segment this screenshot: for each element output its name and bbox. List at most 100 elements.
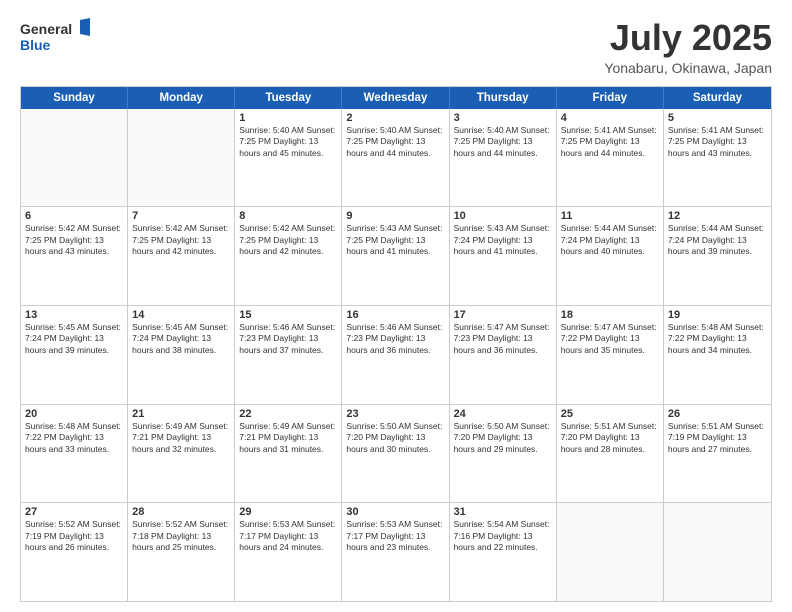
day-number: 1 [239, 112, 337, 124]
day-number: 16 [346, 309, 444, 321]
cal-row-3: 13Sunrise: 5:45 AM Sunset: 7:24 PM Dayli… [21, 305, 771, 404]
cal-cell: 29Sunrise: 5:53 AM Sunset: 7:17 PM Dayli… [235, 503, 342, 601]
cal-cell: 26Sunrise: 5:51 AM Sunset: 7:19 PM Dayli… [664, 405, 771, 503]
cal-cell: 6Sunrise: 5:42 AM Sunset: 7:25 PM Daylig… [21, 207, 128, 305]
cal-cell: 5Sunrise: 5:41 AM Sunset: 7:25 PM Daylig… [664, 109, 771, 207]
header-day-friday: Friday [557, 87, 664, 109]
cell-text: Sunrise: 5:51 AM Sunset: 7:19 PM Dayligh… [668, 421, 767, 455]
cell-text: Sunrise: 5:50 AM Sunset: 7:20 PM Dayligh… [454, 421, 552, 455]
cell-text: Sunrise: 5:47 AM Sunset: 7:23 PM Dayligh… [454, 322, 552, 356]
day-number: 12 [668, 210, 767, 222]
cal-cell: 23Sunrise: 5:50 AM Sunset: 7:20 PM Dayli… [342, 405, 449, 503]
header-day-sunday: Sunday [21, 87, 128, 109]
header-day-saturday: Saturday [664, 87, 771, 109]
day-number: 19 [668, 309, 767, 321]
cal-cell: 24Sunrise: 5:50 AM Sunset: 7:20 PM Dayli… [450, 405, 557, 503]
cal-cell [664, 503, 771, 601]
header-day-thursday: Thursday [450, 87, 557, 109]
cal-cell: 10Sunrise: 5:43 AM Sunset: 7:24 PM Dayli… [450, 207, 557, 305]
cal-row-5: 27Sunrise: 5:52 AM Sunset: 7:19 PM Dayli… [21, 502, 771, 601]
header-day-wednesday: Wednesday [342, 87, 449, 109]
day-number: 28 [132, 506, 230, 518]
cell-text: Sunrise: 5:42 AM Sunset: 7:25 PM Dayligh… [132, 223, 230, 257]
cal-cell: 2Sunrise: 5:40 AM Sunset: 7:25 PM Daylig… [342, 109, 449, 207]
cell-text: Sunrise: 5:52 AM Sunset: 7:18 PM Dayligh… [132, 519, 230, 553]
cell-text: Sunrise: 5:46 AM Sunset: 7:23 PM Dayligh… [346, 322, 444, 356]
header-day-tuesday: Tuesday [235, 87, 342, 109]
cal-row-1: 1Sunrise: 5:40 AM Sunset: 7:25 PM Daylig… [21, 109, 771, 207]
cell-text: Sunrise: 5:51 AM Sunset: 7:20 PM Dayligh… [561, 421, 659, 455]
cell-text: Sunrise: 5:43 AM Sunset: 7:25 PM Dayligh… [346, 223, 444, 257]
cal-cell: 30Sunrise: 5:53 AM Sunset: 7:17 PM Dayli… [342, 503, 449, 601]
day-number: 6 [25, 210, 123, 222]
cell-text: Sunrise: 5:49 AM Sunset: 7:21 PM Dayligh… [239, 421, 337, 455]
day-number: 29 [239, 506, 337, 518]
day-number: 30 [346, 506, 444, 518]
cal-cell: 11Sunrise: 5:44 AM Sunset: 7:24 PM Dayli… [557, 207, 664, 305]
day-number: 25 [561, 408, 659, 420]
cell-text: Sunrise: 5:43 AM Sunset: 7:24 PM Dayligh… [454, 223, 552, 257]
day-number: 23 [346, 408, 444, 420]
cal-cell: 14Sunrise: 5:45 AM Sunset: 7:24 PM Dayli… [128, 306, 235, 404]
cell-text: Sunrise: 5:41 AM Sunset: 7:25 PM Dayligh… [561, 125, 659, 159]
cell-text: Sunrise: 5:45 AM Sunset: 7:24 PM Dayligh… [25, 322, 123, 356]
cal-cell: 1Sunrise: 5:40 AM Sunset: 7:25 PM Daylig… [235, 109, 342, 207]
cell-text: Sunrise: 5:44 AM Sunset: 7:24 PM Dayligh… [561, 223, 659, 257]
day-number: 18 [561, 309, 659, 321]
cal-cell: 25Sunrise: 5:51 AM Sunset: 7:20 PM Dayli… [557, 405, 664, 503]
day-number: 2 [346, 112, 444, 124]
day-number: 21 [132, 408, 230, 420]
cal-cell: 9Sunrise: 5:43 AM Sunset: 7:25 PM Daylig… [342, 207, 449, 305]
cell-text: Sunrise: 5:53 AM Sunset: 7:17 PM Dayligh… [239, 519, 337, 553]
cell-text: Sunrise: 5:47 AM Sunset: 7:22 PM Dayligh… [561, 322, 659, 356]
day-number: 24 [454, 408, 552, 420]
header: General Blue July 2025 Yonabaru, Okinawa… [20, 18, 772, 76]
cal-cell: 28Sunrise: 5:52 AM Sunset: 7:18 PM Dayli… [128, 503, 235, 601]
svg-text:General: General [20, 21, 72, 37]
day-number: 20 [25, 408, 123, 420]
day-number: 3 [454, 112, 552, 124]
cell-text: Sunrise: 5:40 AM Sunset: 7:25 PM Dayligh… [454, 125, 552, 159]
day-number: 15 [239, 309, 337, 321]
cell-text: Sunrise: 5:42 AM Sunset: 7:25 PM Dayligh… [239, 223, 337, 257]
day-number: 13 [25, 309, 123, 321]
cell-text: Sunrise: 5:48 AM Sunset: 7:22 PM Dayligh… [668, 322, 767, 356]
cell-text: Sunrise: 5:42 AM Sunset: 7:25 PM Dayligh… [25, 223, 123, 257]
location: Yonabaru, Okinawa, Japan [604, 60, 772, 76]
cell-text: Sunrise: 5:49 AM Sunset: 7:21 PM Dayligh… [132, 421, 230, 455]
cell-text: Sunrise: 5:50 AM Sunset: 7:20 PM Dayligh… [346, 421, 444, 455]
cell-text: Sunrise: 5:46 AM Sunset: 7:23 PM Dayligh… [239, 322, 337, 356]
day-number: 8 [239, 210, 337, 222]
cal-cell: 7Sunrise: 5:42 AM Sunset: 7:25 PM Daylig… [128, 207, 235, 305]
cell-text: Sunrise: 5:48 AM Sunset: 7:22 PM Dayligh… [25, 421, 123, 455]
cell-text: Sunrise: 5:45 AM Sunset: 7:24 PM Dayligh… [132, 322, 230, 356]
day-number: 17 [454, 309, 552, 321]
cal-cell: 15Sunrise: 5:46 AM Sunset: 7:23 PM Dayli… [235, 306, 342, 404]
cell-text: Sunrise: 5:41 AM Sunset: 7:25 PM Dayligh… [668, 125, 767, 159]
cell-text: Sunrise: 5:40 AM Sunset: 7:25 PM Dayligh… [346, 125, 444, 159]
day-number: 14 [132, 309, 230, 321]
cal-cell: 17Sunrise: 5:47 AM Sunset: 7:23 PM Dayli… [450, 306, 557, 404]
calendar: SundayMondayTuesdayWednesdayThursdayFrid… [20, 86, 772, 602]
cal-cell: 22Sunrise: 5:49 AM Sunset: 7:21 PM Dayli… [235, 405, 342, 503]
cal-cell [21, 109, 128, 207]
day-number: 27 [25, 506, 123, 518]
cal-cell [128, 109, 235, 207]
day-number: 26 [668, 408, 767, 420]
page: General Blue July 2025 Yonabaru, Okinawa… [0, 0, 792, 612]
day-number: 11 [561, 210, 659, 222]
title-block: July 2025 Yonabaru, Okinawa, Japan [604, 18, 772, 76]
cell-text: Sunrise: 5:40 AM Sunset: 7:25 PM Dayligh… [239, 125, 337, 159]
cal-cell: 27Sunrise: 5:52 AM Sunset: 7:19 PM Dayli… [21, 503, 128, 601]
cal-cell: 31Sunrise: 5:54 AM Sunset: 7:16 PM Dayli… [450, 503, 557, 601]
cal-row-2: 6Sunrise: 5:42 AM Sunset: 7:25 PM Daylig… [21, 206, 771, 305]
logo: General Blue [20, 18, 90, 56]
cal-cell: 12Sunrise: 5:44 AM Sunset: 7:24 PM Dayli… [664, 207, 771, 305]
calendar-header: SundayMondayTuesdayWednesdayThursdayFrid… [21, 87, 771, 109]
calendar-body: 1Sunrise: 5:40 AM Sunset: 7:25 PM Daylig… [21, 109, 771, 601]
header-day-monday: Monday [128, 87, 235, 109]
day-number: 9 [346, 210, 444, 222]
cal-cell [557, 503, 664, 601]
day-number: 5 [668, 112, 767, 124]
cal-cell: 13Sunrise: 5:45 AM Sunset: 7:24 PM Dayli… [21, 306, 128, 404]
